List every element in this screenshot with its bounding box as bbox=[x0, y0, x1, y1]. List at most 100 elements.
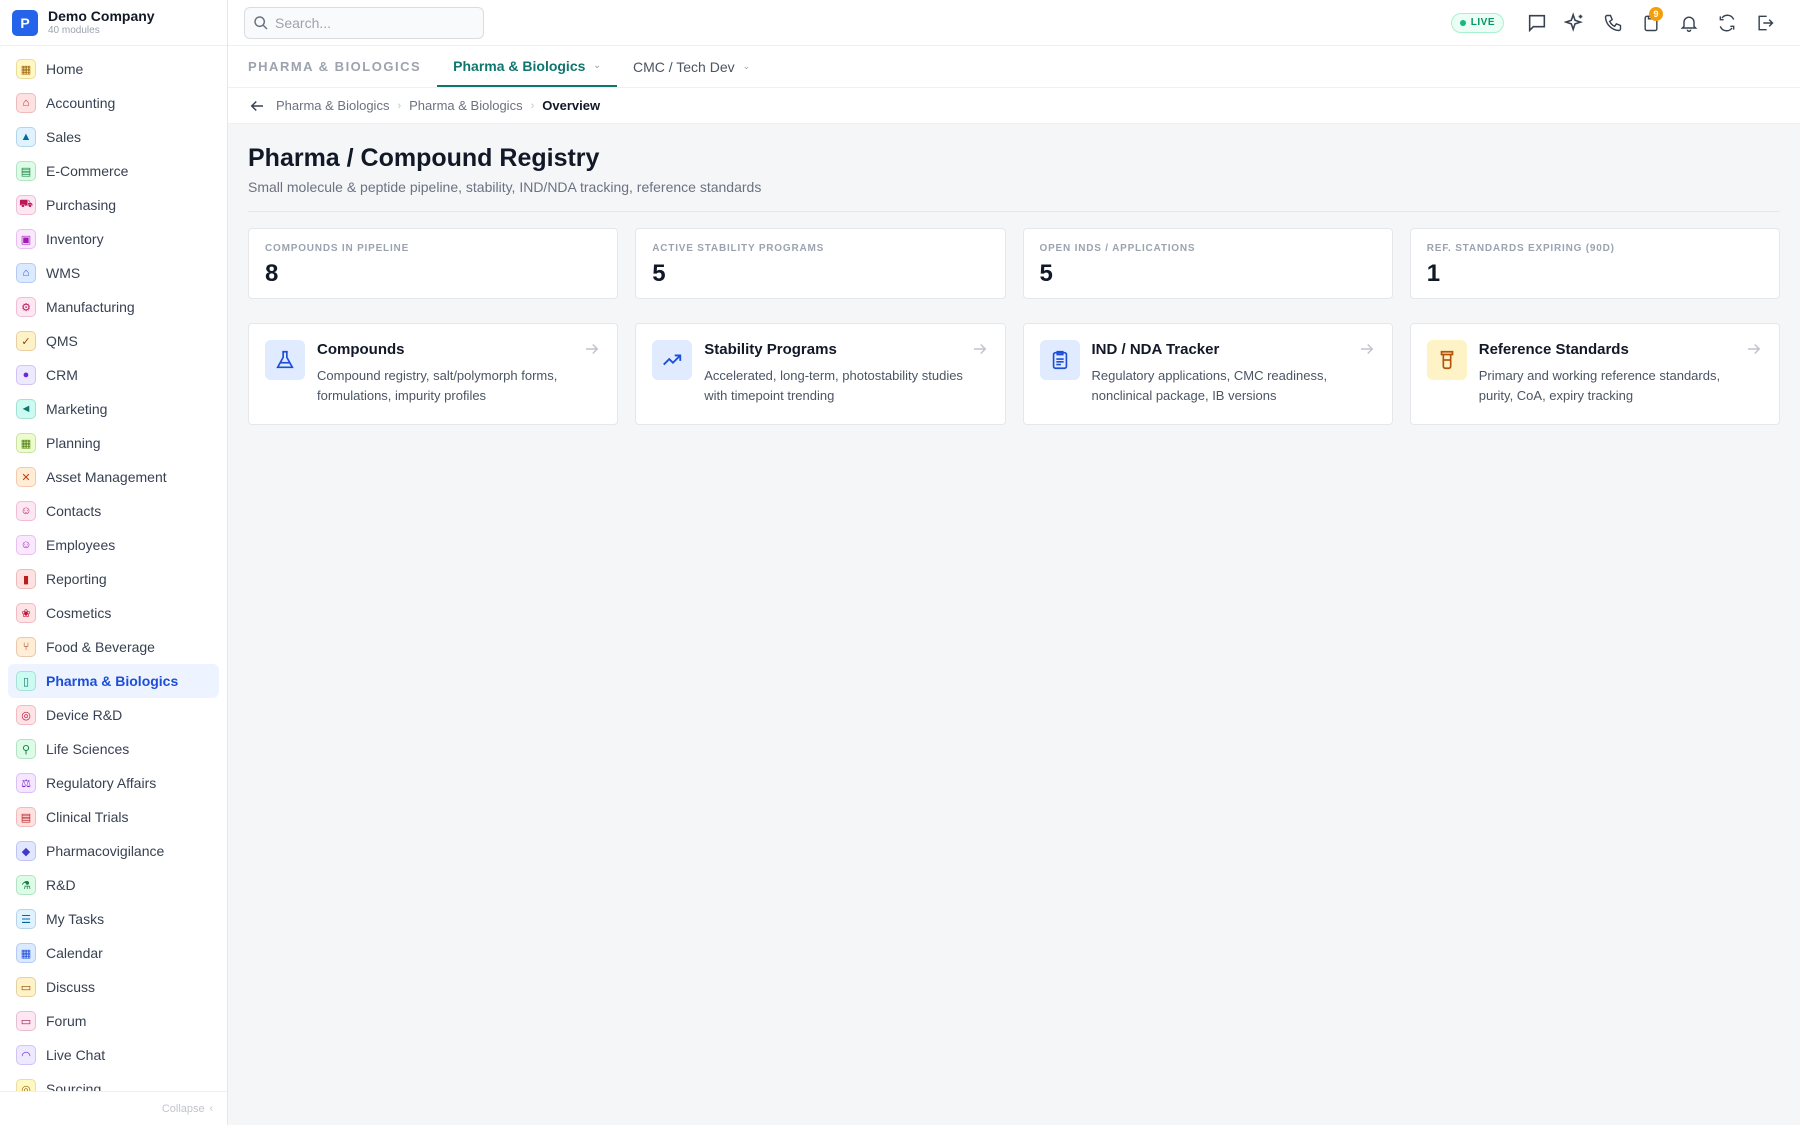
card-description: Compound registry, salt/polymorph forms,… bbox=[317, 368, 558, 403]
sidebar-item-label: Food & Beverage bbox=[46, 639, 155, 655]
arrow-left-icon bbox=[250, 100, 263, 111]
sidebar-item-asset-management[interactable]: ✕ Asset Management bbox=[8, 460, 219, 494]
ind-nda-tracker-card[interactable]: IND / NDA Tracker Regulatory application… bbox=[1022, 323, 1393, 425]
stat-card: ACTIVE STABILITY PROGRAMS 5 bbox=[635, 228, 1006, 299]
tab-pharma-biologics[interactable]: Pharma & Biologics ⌄ bbox=[437, 46, 617, 87]
sidebar-item-planning[interactable]: ▦ Planning bbox=[8, 426, 219, 460]
calendar-icon: ▦ bbox=[16, 433, 36, 453]
arrow-right-icon bbox=[583, 340, 601, 363]
search-input[interactable] bbox=[275, 14, 465, 31]
flask-icon bbox=[276, 350, 294, 369]
arrow-right-icon bbox=[1358, 340, 1376, 363]
sidebar-item-crm[interactable]: ● CRM bbox=[8, 358, 219, 392]
stat-card: OPEN INDS / APPLICATIONS 5 bbox=[1022, 228, 1393, 299]
sidebar-item-label: Life Sciences bbox=[46, 741, 130, 757]
sidebar-item-purchasing[interactable]: ⛟ Purchasing bbox=[8, 188, 219, 222]
sidebar-item-sales[interactable]: ▲ Sales bbox=[8, 120, 219, 154]
bank-icon: ⌂ bbox=[16, 93, 36, 113]
sidebar-item-label: Pharma & Biologics bbox=[46, 673, 179, 689]
sidebar-item-cosmetics[interactable]: ❀ Cosmetics bbox=[8, 596, 219, 630]
sidebar-item-qms[interactable]: ✓ QMS bbox=[8, 324, 219, 358]
arrow-right-icon bbox=[971, 340, 989, 363]
sidebar-item-pharma-biologics[interactable]: ▯ Pharma & Biologics bbox=[8, 664, 219, 698]
sidebar-item-discuss[interactable]: ▭ Discuss bbox=[8, 970, 219, 1004]
sidebar-item-my-tasks[interactable]: ☰ My Tasks bbox=[8, 902, 219, 936]
logout-button[interactable] bbox=[1746, 4, 1784, 42]
sidebar-item-pharmacovigilance[interactable]: ◆ Pharmacovigilance bbox=[8, 834, 219, 868]
company-name: Demo Company bbox=[48, 7, 155, 24]
sidebar-item-home[interactable]: ▦ Home bbox=[8, 52, 219, 86]
chip-icon: ◎ bbox=[16, 705, 36, 725]
chat-button[interactable] bbox=[1518, 4, 1556, 42]
breadcrumb-link[interactable]: Pharma & Biologics bbox=[276, 98, 389, 113]
sidebar-item-e-commerce[interactable]: ▤ E-Commerce bbox=[8, 154, 219, 188]
contact-icon: ☺ bbox=[16, 501, 36, 521]
stat-value: 1 bbox=[1426, 260, 1441, 287]
sidebar-item-employees[interactable]: ☺ Employees bbox=[8, 528, 219, 562]
megaphone-icon: ◄ bbox=[16, 399, 36, 419]
sidebar-item-label: Home bbox=[46, 61, 84, 77]
stability-programs-card[interactable]: Stability Programs Accelerated, long-ter… bbox=[635, 323, 1006, 425]
brand-header[interactable]: P Demo Company 40 modules bbox=[0, 0, 227, 46]
sidebar-item-r-d[interactable]: ⚗ R&D bbox=[8, 868, 219, 902]
sidebar-item-contacts[interactable]: ☺ Contacts bbox=[8, 494, 219, 528]
back-button[interactable] bbox=[248, 97, 266, 115]
card-icon-tile bbox=[1039, 340, 1080, 380]
sidebar-item-label: Sourcing bbox=[46, 1081, 102, 1091]
box-icon: ▣ bbox=[16, 229, 36, 249]
reference-standards-card[interactable]: Reference Standards Primary and working … bbox=[1409, 323, 1780, 425]
sidebar-item-calendar[interactable]: ▦ Calendar bbox=[8, 936, 219, 970]
sidebar-item-label: Device R&D bbox=[46, 707, 123, 723]
sidebar-item-reporting[interactable]: ▮ Reporting bbox=[8, 562, 219, 596]
breadcrumb: Pharma & Biologics › Pharma & Biologics … bbox=[228, 88, 1800, 124]
tab-cmc-tech-dev[interactable]: CMC / Tech Dev ⌄ bbox=[617, 46, 766, 87]
sidebar-item-life-sciences[interactable]: ⚲ Life Sciences bbox=[8, 732, 219, 766]
stat-value: 5 bbox=[652, 260, 666, 287]
notifications-button[interactable] bbox=[1670, 4, 1708, 42]
sidebar-item-clinical-trials[interactable]: ▤ Clinical Trials bbox=[8, 800, 219, 834]
sidebar-item-wms[interactable]: ⌂ WMS bbox=[8, 256, 219, 290]
compounds-card[interactable]: Compounds Compound registry, salt/polymo… bbox=[248, 323, 619, 425]
page-subtitle: Small molecule & peptide pipeline, stabi… bbox=[248, 179, 1780, 212]
sidebar-item-manufacturing[interactable]: ⚙ Manufacturing bbox=[8, 290, 219, 324]
search-box[interactable] bbox=[244, 6, 484, 39]
clipboard-list-icon bbox=[1052, 350, 1067, 370]
tab-label: CMC / Tech Dev bbox=[632, 58, 735, 75]
sidebar-item-label: WMS bbox=[46, 265, 81, 281]
card-title: Reference Standards bbox=[1478, 341, 1629, 358]
sidebar-item-label: Pharmacovigilance bbox=[46, 843, 165, 859]
sidebar-item-food-beverage[interactable]: ⑂ Food & Beverage bbox=[8, 630, 219, 664]
arrow-right-icon bbox=[1745, 340, 1763, 363]
checklist-icon: ☰ bbox=[16, 909, 36, 929]
logout-icon bbox=[1758, 15, 1774, 30]
sidebar-item-device-r-d[interactable]: ◎ Device R&D bbox=[8, 698, 219, 732]
module-tabs: PHARMA & BIOLOGICS Pharma & Biologics ⌄ … bbox=[228, 46, 1800, 88]
tab-label: Pharma & Biologics bbox=[453, 57, 586, 74]
breadcrumb-link[interactable]: Pharma & Biologics bbox=[409, 98, 522, 113]
trend-line-icon bbox=[663, 354, 682, 366]
search-icon bbox=[254, 15, 268, 30]
sidebar-item-live-chat[interactable]: ◠ Live Chat bbox=[8, 1038, 219, 1072]
tabs-section-label: PHARMA & BIOLOGICS bbox=[248, 59, 422, 74]
phone-button[interactable] bbox=[1594, 4, 1632, 42]
sourcing-icon: ◎ bbox=[16, 1079, 36, 1091]
ai-assistant-button[interactable] bbox=[1556, 4, 1594, 42]
sidebar-item-label: Contacts bbox=[46, 503, 102, 519]
grid-icon: ▦ bbox=[16, 59, 36, 79]
sync-button[interactable] bbox=[1708, 4, 1746, 42]
sidebar-item-forum[interactable]: ▭ Forum bbox=[8, 1004, 219, 1038]
sidebar-item-accounting[interactable]: ⌂ Accounting bbox=[8, 86, 219, 120]
tasks-button[interactable]: 9 bbox=[1632, 4, 1670, 42]
sidebar-item-label: Regulatory Affairs bbox=[46, 775, 157, 791]
sidebar-item-marketing[interactable]: ◄ Marketing bbox=[8, 392, 219, 426]
stat-card: REF. STANDARDS EXPIRING (90D) 1 bbox=[1409, 228, 1780, 299]
sidebar-item-regulatory-affairs[interactable]: ⚖ Regulatory Affairs bbox=[8, 766, 219, 800]
chevron-left-icon: ‹ bbox=[209, 1103, 213, 1114]
topbar: LIVE 9 bbox=[228, 0, 1800, 46]
stats-row: COMPOUNDS IN PIPELINE 8 ACTIVE STABILITY… bbox=[248, 228, 1780, 299]
sidebar-item-inventory[interactable]: ▣ Inventory bbox=[8, 222, 219, 256]
card-title: Compounds bbox=[317, 341, 405, 358]
collapse-button[interactable]: Collapse ‹ bbox=[0, 1091, 227, 1125]
sidebar-item-label: Sales bbox=[46, 129, 82, 145]
sidebar-item-sourcing[interactable]: ◎ Sourcing bbox=[8, 1072, 219, 1091]
